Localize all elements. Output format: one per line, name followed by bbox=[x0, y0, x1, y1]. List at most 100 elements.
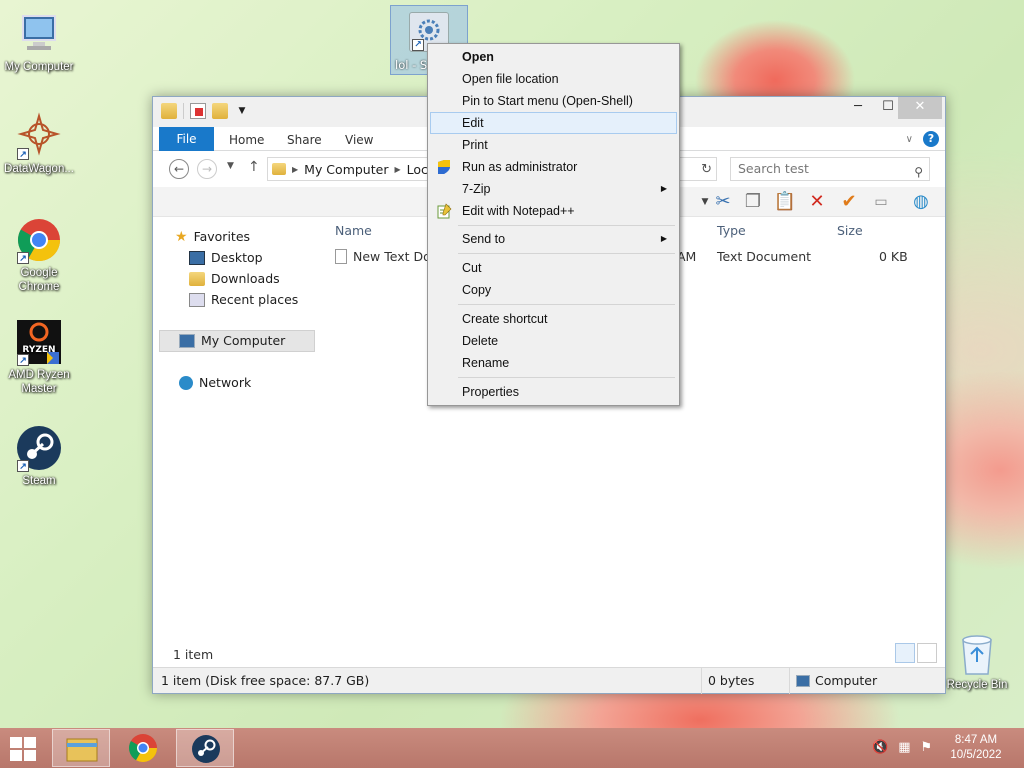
menu-item-run-as-administrator[interactable]: Run as administrator bbox=[430, 156, 677, 178]
navigation-pane: ★ Favorites Desktop Downloads Recent pla… bbox=[153, 219, 323, 659]
desktop-icon-label: Steam bbox=[22, 475, 56, 487]
nav-downloads[interactable]: Downloads bbox=[189, 269, 280, 289]
column-header-size[interactable]: Size bbox=[837, 223, 863, 238]
menu-item-print[interactable]: Print bbox=[430, 134, 677, 156]
taskbar-steam[interactable] bbox=[176, 729, 234, 767]
chevron-down-icon[interactable]: ▼ bbox=[234, 103, 250, 119]
start-button[interactable] bbox=[10, 737, 38, 761]
desktop-icon-my-computer[interactable]: My Computer bbox=[0, 10, 78, 74]
nav-network[interactable]: Network bbox=[179, 373, 251, 393]
tab-share[interactable]: Share bbox=[287, 129, 322, 151]
computer-icon bbox=[179, 334, 195, 348]
status-location: Computer bbox=[796, 673, 877, 688]
context-menu: Open Open file location Pin to Start men… bbox=[427, 43, 680, 406]
menu-item-pin-to-start[interactable]: Pin to Start menu (Open-Shell) bbox=[430, 90, 677, 112]
desktop-icon-amd-ryzen-master[interactable]: RYZEN ↗ AMD Ryzen Master bbox=[0, 318, 78, 396]
desktop-icon-steam[interactable]: ↗ Steam bbox=[0, 424, 78, 488]
file-size: 0 KB bbox=[879, 249, 908, 264]
shortcut-arrow-icon: ↗ bbox=[17, 252, 29, 264]
clock-date: 10/5/2022 bbox=[950, 749, 1002, 761]
taskbar-file-explorer[interactable] bbox=[52, 729, 110, 767]
submenu-arrow-icon: ▶ bbox=[660, 184, 667, 193]
large-icons-view-icon[interactable] bbox=[917, 643, 937, 663]
menu-item-edit[interactable]: Edit bbox=[430, 112, 677, 134]
search-input[interactable]: Search test ⚲ bbox=[730, 157, 930, 181]
file-row[interactable]: New Text Doc bbox=[335, 249, 438, 264]
computer-icon bbox=[15, 10, 63, 58]
clock[interactable]: 8:47 AM 10/5/2022 bbox=[936, 733, 1016, 763]
menu-item-7-zip[interactable]: 7-Zip ▶ bbox=[430, 178, 677, 200]
breadcrumb-my-computer[interactable]: My Computer bbox=[304, 162, 388, 177]
menu-separator bbox=[458, 304, 675, 305]
datawagon-icon: ↗ bbox=[15, 112, 63, 160]
menu-item-create-shortcut[interactable]: Create shortcut bbox=[430, 308, 677, 330]
steam-icon: ↗ bbox=[15, 424, 63, 472]
clock-time: 8:47 AM bbox=[954, 734, 998, 746]
search-icon: ⚲ bbox=[914, 165, 923, 179]
chrome-icon bbox=[129, 734, 157, 762]
details-view-icon[interactable] bbox=[895, 643, 915, 663]
globe-icon[interactable]: ◍ bbox=[909, 191, 933, 213]
nav-desktop[interactable]: Desktop bbox=[189, 248, 263, 268]
submenu-arrow-icon: ▶ bbox=[660, 234, 667, 243]
back-button[interactable]: ← bbox=[169, 159, 189, 179]
desktop-icon-label: Recycle Bin bbox=[946, 679, 1008, 691]
forward-button[interactable]: → bbox=[197, 159, 217, 179]
status-disk-space: 1 item (Disk free space: 87.7 GB) bbox=[161, 673, 370, 688]
delete-icon[interactable]: ✕ bbox=[805, 191, 829, 213]
desktop-icon-datawagon[interactable]: ↗ DataWagon... bbox=[0, 112, 78, 176]
taskbar-chrome[interactable] bbox=[114, 729, 172, 767]
menu-separator bbox=[458, 225, 675, 226]
copy-icon[interactable]: ❐ bbox=[741, 191, 765, 213]
rename-icon[interactable]: ▭ bbox=[869, 191, 893, 213]
refresh-icon[interactable]: ↻ bbox=[701, 162, 712, 177]
nav-favorites[interactable]: ★ Favorites bbox=[175, 227, 250, 247]
menu-item-edit-with-notepad[interactable]: Edit with Notepad++ bbox=[430, 200, 677, 222]
tab-file[interactable]: File bbox=[159, 127, 214, 151]
volume-muted-icon[interactable]: 🔇 bbox=[872, 740, 888, 755]
nav-my-computer[interactable]: My Computer bbox=[179, 331, 285, 351]
text-document-icon bbox=[335, 249, 347, 264]
menu-item-delete[interactable]: Delete bbox=[430, 330, 677, 352]
star-icon: ★ bbox=[175, 229, 188, 245]
new-folder-icon[interactable] bbox=[212, 103, 228, 119]
recent-locations-icon[interactable]: ▼ bbox=[227, 161, 234, 171]
recent-places-icon bbox=[189, 293, 205, 307]
chrome-icon: ↗ bbox=[15, 216, 63, 264]
properties-icon[interactable] bbox=[190, 103, 206, 119]
menu-item-cut[interactable]: Cut bbox=[430, 257, 677, 279]
network-icon[interactable]: ▦ bbox=[898, 740, 910, 755]
folder-icon bbox=[161, 103, 177, 119]
menu-item-copy[interactable]: Copy bbox=[430, 279, 677, 301]
minimize-button[interactable]: ─ bbox=[843, 97, 873, 119]
item-count: 1 item bbox=[173, 647, 214, 662]
tab-view[interactable]: View bbox=[345, 129, 373, 151]
paste-icon[interactable]: 📋 bbox=[773, 191, 797, 213]
expand-ribbon-icon[interactable]: ∨ bbox=[906, 134, 913, 145]
folder-icon bbox=[272, 163, 286, 175]
menu-item-rename[interactable]: Rename bbox=[430, 352, 677, 374]
menu-item-open[interactable]: Open bbox=[430, 46, 677, 68]
column-header-type[interactable]: Type bbox=[717, 223, 746, 238]
up-arrow-icon[interactable]: ↑ bbox=[248, 159, 260, 175]
network-icon bbox=[179, 376, 193, 390]
notepad-plus-plus-icon bbox=[436, 203, 452, 219]
tab-home[interactable]: Home bbox=[229, 129, 264, 151]
search-placeholder: Search test bbox=[738, 161, 809, 176]
quick-access-toolbar: ▼ bbox=[161, 103, 250, 119]
checkmark-icon[interactable]: ✔ bbox=[837, 191, 861, 213]
status-bytes: 0 bytes bbox=[708, 673, 755, 688]
help-icon[interactable]: ? bbox=[923, 131, 939, 147]
desktop-icon-google-chrome[interactable]: ↗ Google Chrome bbox=[0, 216, 78, 294]
action-center-flag-icon[interactable]: ⚑ bbox=[920, 740, 932, 755]
menu-item-properties[interactable]: Properties bbox=[430, 381, 677, 403]
cut-icon[interactable]: ✂ bbox=[711, 191, 735, 213]
chevron-right-icon: ▶ bbox=[292, 164, 299, 174]
nav-recent-places[interactable]: Recent places bbox=[189, 290, 298, 310]
menu-item-open-file-location[interactable]: Open file location bbox=[430, 68, 677, 90]
desktop-icon-recycle-bin[interactable]: Recycle Bin bbox=[944, 632, 1010, 692]
column-header-name[interactable]: Name bbox=[335, 223, 372, 238]
uac-shield-icon bbox=[436, 159, 452, 175]
menu-item-send-to[interactable]: Send to ▶ bbox=[430, 228, 677, 250]
close-button[interactable]: ✕ bbox=[898, 97, 942, 119]
